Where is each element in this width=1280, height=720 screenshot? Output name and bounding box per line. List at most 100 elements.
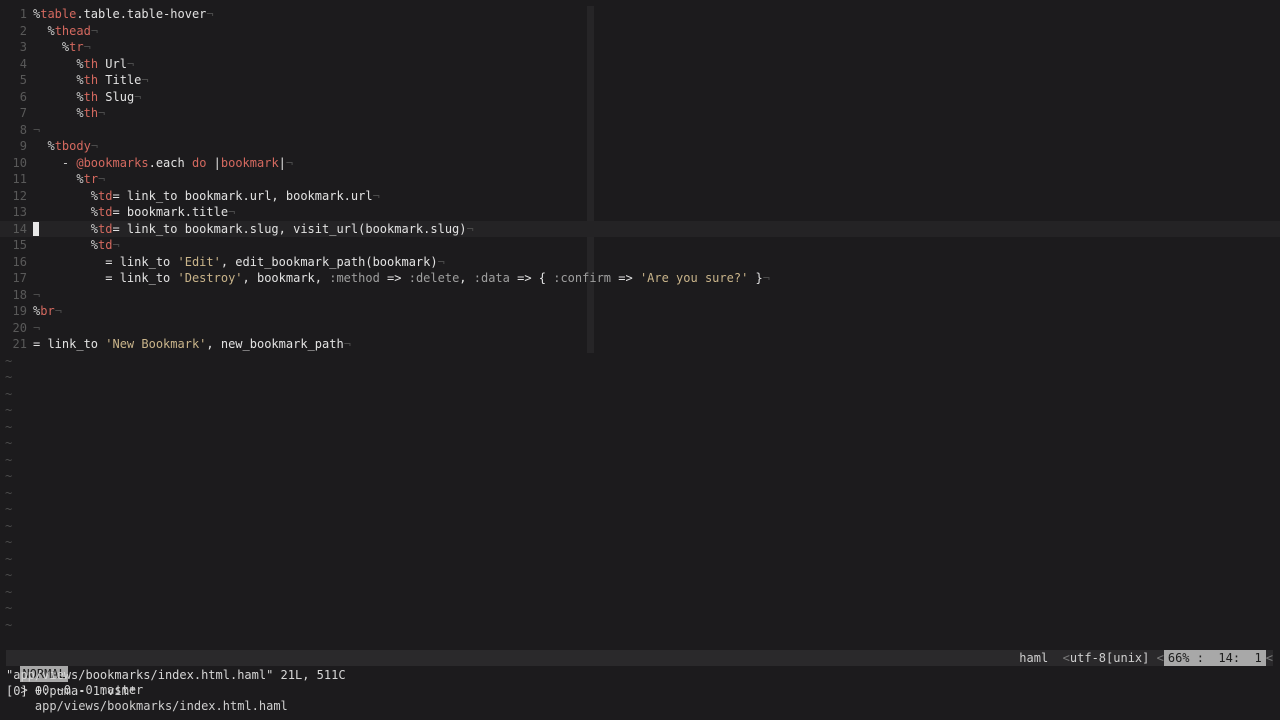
filetype: haml (1019, 651, 1049, 665)
code-token: ¬ (33, 320, 41, 335)
empty-line-marker: ~ (5, 584, 13, 599)
code-line[interactable]: 4 %th Url¬ (0, 56, 1280, 73)
code-line[interactable]: 16 = link_to 'Edit', edit_bookmark_path(… (0, 254, 1280, 271)
code-line[interactable]: 10 - @bookmarks.each do |bookmark|¬ (0, 155, 1280, 172)
line-number: 9 (19, 139, 27, 153)
code-token: | (206, 155, 221, 170)
line-number: 8 (19, 122, 27, 137)
code-token: .each (148, 155, 192, 170)
empty-line-marker: ~ (5, 403, 13, 417)
editor-buffer[interactable]: 1 %table.table.table-hover¬ 2 %thead¬ 3 %tr… (0, 6, 1280, 633)
code-token: , edit_bookmark_path(bookmark) (220, 254, 438, 269)
code-line[interactable]: 1 %table.table.table-hover¬ (0, 6, 1280, 23)
code-token: tbody (54, 139, 91, 153)
code-line[interactable]: 18 ¬ (0, 287, 1280, 304)
code-token: ¬ (54, 304, 62, 318)
code-line[interactable]: 21 = link_to 'New Bookmark', new_bookmark… (0, 336, 1280, 353)
code-token: ¬ (206, 7, 214, 21)
code-line[interactable]: 11 %tr¬ (0, 171, 1280, 188)
code-token: th (83, 73, 99, 87)
line-number: 18 (12, 287, 27, 302)
code-token: ¬ (285, 155, 294, 170)
code-token: @bookmarks (76, 155, 149, 170)
code-token: td (98, 221, 113, 236)
code-line[interactable]: 17 = link_to 'Destroy', bookmark, :metho… (0, 270, 1280, 287)
code-token: % (47, 23, 55, 38)
line-number: 4 (19, 56, 27, 71)
line-number: 16 (12, 254, 27, 269)
code-line[interactable]: 8 ¬ (0, 122, 1280, 139)
code-line[interactable]: 6 %th Slug¬ (0, 89, 1280, 106)
line-number: 19 (12, 304, 27, 318)
code-token: br (40, 304, 55, 318)
code-token: :delete (408, 271, 460, 285)
empty-line-marker: ~ (5, 502, 13, 516)
line-number: 1 (19, 7, 27, 21)
code-line[interactable]: 9 %tbody¬ (0, 138, 1280, 155)
line-number: 10 (12, 155, 27, 170)
code-token: 'Are you sure?' (639, 271, 749, 285)
cursor-position: 66% : 14: 1 (1163, 650, 1266, 666)
code-token: 'New Bookmark' (105, 337, 207, 351)
separator-icon: < (1156, 651, 1164, 665)
code-token: => (379, 271, 409, 285)
code-line[interactable]: 20 ¬ (0, 320, 1280, 337)
code-token: = link_to (33, 271, 178, 285)
code-token: ¬ (112, 238, 120, 252)
line-number: 11 (12, 172, 27, 186)
encoding: utf-8[unix] (1069, 651, 1150, 665)
code-token: ¬ (228, 205, 236, 219)
code-line[interactable]: 13 %td= bookmark.title¬ (0, 204, 1280, 221)
code-token: % (76, 172, 84, 186)
code-token: .table.table-hover (76, 7, 207, 21)
code-token: ¬ (372, 188, 380, 203)
code-token: = link_to bookmark.slug, visit_url(bookm… (112, 221, 467, 236)
code-line[interactable]: 19 %br¬ (0, 303, 1280, 320)
code-token: % (47, 139, 55, 153)
code-token: % (90, 238, 99, 252)
code-token: th (83, 56, 99, 71)
code-token: % (76, 106, 84, 120)
line-number: 6 (19, 89, 27, 104)
line-number: 3 (19, 40, 27, 54)
code-token: = link_to (33, 254, 178, 269)
code-token: td (98, 238, 113, 252)
empty-line-marker: ~ (5, 353, 13, 368)
empty-line-marker: ~ (5, 386, 13, 401)
code-token: % (90, 221, 99, 236)
code-token: => (611, 271, 640, 285)
line-number: 17 (12, 271, 27, 285)
code-token: Url (98, 56, 127, 71)
code-token: ¬ (98, 106, 106, 120)
empty-line-marker: ~ (5, 436, 13, 450)
code-token: td (98, 188, 113, 203)
code-token: ¬ (90, 139, 99, 153)
code-token: ¬ (466, 221, 474, 236)
code-token: Slug (98, 89, 135, 104)
code-token: do (191, 155, 207, 170)
code-line[interactable]: 14 %td= link_to bookmark.slug, visit_url… (0, 220, 1280, 237)
code-token: table (40, 7, 77, 21)
file-path: app/views/bookmarks/index.html.haml (34, 699, 288, 713)
line-number: 20 (12, 320, 27, 335)
line-number: 21 (12, 337, 27, 351)
code-line[interactable]: 5 %th Title¬ (0, 72, 1280, 89)
code-line[interactable]: 3 %tr¬ (0, 39, 1280, 56)
empty-line-marker: ~ (5, 601, 13, 615)
separator-icon: < (1265, 651, 1273, 665)
code-line[interactable]: 7 %th¬ (0, 105, 1280, 122)
code-token: - (61, 155, 77, 170)
code-token: % (76, 89, 84, 104)
code-line[interactable]: 15 %td¬ (0, 237, 1280, 254)
empty-line-marker: ~ (5, 419, 13, 434)
code-token: ¬ (134, 89, 142, 104)
code-line[interactable]: 12 %td= link_to bookmark.url, bookmark.u… (0, 188, 1280, 205)
code-token: = link_to (33, 337, 106, 351)
code-line[interactable]: 2 %thead¬ (0, 23, 1280, 40)
